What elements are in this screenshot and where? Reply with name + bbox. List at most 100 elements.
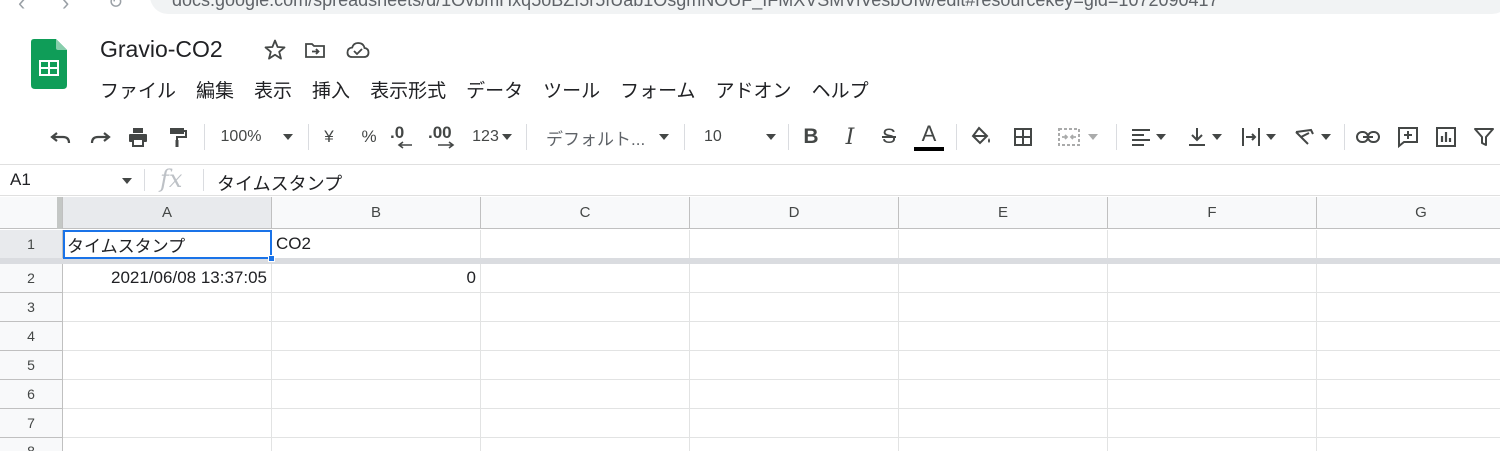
row-header-5[interactable]: 5 (0, 351, 63, 380)
insert-link-icon[interactable] (1353, 122, 1383, 152)
cell[interactable] (1317, 380, 1500, 409)
paint-format-icon[interactable] (162, 122, 192, 152)
cell[interactable] (63, 322, 272, 351)
cell[interactable] (272, 380, 481, 409)
row-header-6[interactable]: 6 (0, 380, 63, 409)
italic-button[interactable]: I (836, 122, 864, 152)
cell[interactable] (899, 409, 1108, 438)
freeze-handle-vertical[interactable] (57, 197, 62, 229)
star-icon[interactable] (263, 38, 287, 62)
document-title[interactable]: Gravio-CO2 (100, 36, 223, 63)
cell[interactable] (1108, 351, 1317, 380)
cell[interactable] (690, 380, 899, 409)
cell[interactable] (1317, 293, 1500, 322)
cell[interactable] (1317, 351, 1500, 380)
cell[interactable] (690, 351, 899, 380)
cell[interactable] (690, 438, 899, 451)
cloud-status-icon[interactable] (345, 38, 370, 62)
text-rotation-button[interactable] (1288, 122, 1336, 152)
row-header-7[interactable]: 7 (0, 409, 63, 438)
cell[interactable] (1108, 264, 1317, 293)
cell[interactable] (272, 322, 481, 351)
reload-icon[interactable]: ↻ (108, 0, 123, 13)
cell[interactable] (481, 293, 690, 322)
forward-icon[interactable]: › (62, 0, 69, 16)
cell[interactable] (899, 230, 1108, 259)
cell[interactable] (899, 264, 1108, 293)
more-formats-select[interactable]: 123 (468, 122, 516, 152)
column-header-d[interactable]: D (690, 197, 899, 229)
increase-decimal-button[interactable]: .00 (428, 122, 466, 152)
column-header-g[interactable]: G (1317, 197, 1500, 229)
back-icon[interactable]: ‹ (18, 0, 25, 16)
fill-handle[interactable] (268, 255, 275, 262)
menu-form[interactable]: フォーム (610, 74, 705, 104)
insert-chart-icon[interactable] (1431, 122, 1461, 152)
zoom-select[interactable]: 100% (214, 122, 300, 152)
row-header-8[interactable]: 8 (0, 438, 63, 451)
name-box[interactable]: A1 (0, 165, 142, 195)
column-header-b[interactable]: B (272, 197, 481, 229)
row-header-1[interactable]: 1 (0, 230, 63, 259)
font-size-select[interactable]: 10 (694, 122, 780, 152)
select-all-corner[interactable] (0, 197, 63, 229)
vertical-align-button[interactable] (1180, 122, 1228, 152)
formula-input[interactable]: タイムスタンプ (217, 170, 342, 196)
cell[interactable] (481, 230, 690, 259)
cell[interactable] (899, 293, 1108, 322)
column-header-e[interactable]: E (899, 197, 1108, 229)
menu-edit[interactable]: 編集 (186, 74, 244, 104)
cell[interactable] (1317, 264, 1500, 293)
cell[interactable] (1108, 322, 1317, 351)
menu-tools[interactable]: ツール (533, 74, 610, 104)
font-family-select[interactable]: デフォルト... (536, 122, 676, 152)
cell[interactable] (899, 438, 1108, 451)
cell-a2[interactable]: 2021/06/08 13:37:05 (63, 264, 272, 293)
cell[interactable] (1317, 322, 1500, 351)
redo-icon[interactable] (85, 122, 115, 152)
cell[interactable] (63, 351, 272, 380)
filter-icon[interactable] (1472, 122, 1500, 152)
undo-icon[interactable] (46, 122, 76, 152)
cell[interactable] (1317, 230, 1500, 259)
column-header-c[interactable]: C (481, 197, 690, 229)
cell[interactable] (1108, 230, 1317, 259)
decrease-decimal-button[interactable]: .0 (390, 122, 424, 152)
cell[interactable] (481, 380, 690, 409)
menu-addons[interactable]: アドオン (706, 74, 802, 104)
cell[interactable] (1108, 380, 1317, 409)
column-header-a[interactable]: A (63, 197, 272, 229)
menu-data[interactable]: データ (456, 74, 533, 104)
cell[interactable] (1108, 293, 1317, 322)
column-header-f[interactable]: F (1108, 197, 1317, 229)
text-wrapping-button[interactable] (1234, 122, 1282, 152)
strikethrough-button[interactable]: S (875, 122, 903, 152)
cell[interactable] (899, 351, 1108, 380)
cell[interactable] (481, 351, 690, 380)
cell[interactable] (690, 293, 899, 322)
cell[interactable] (690, 322, 899, 351)
menu-file[interactable]: ファイル (90, 74, 186, 104)
cell[interactable] (272, 409, 481, 438)
cell[interactable] (63, 293, 272, 322)
cell[interactable] (899, 380, 1108, 409)
menu-help[interactable]: ヘルプ (802, 74, 879, 104)
cell[interactable] (63, 438, 272, 451)
insert-comment-icon[interactable] (1393, 122, 1423, 152)
menu-insert[interactable]: 挿入 (302, 74, 360, 104)
menu-format[interactable]: 表示形式 (360, 74, 456, 104)
fill-color-icon[interactable] (966, 122, 996, 152)
horizontal-align-button[interactable] (1124, 122, 1172, 152)
cell[interactable] (481, 322, 690, 351)
cell[interactable] (481, 409, 690, 438)
cell[interactable] (272, 293, 481, 322)
borders-icon[interactable] (1008, 122, 1038, 152)
row-header-3[interactable]: 3 (0, 293, 63, 322)
currency-format-button[interactable]: ¥ (317, 122, 341, 152)
cell-b1[interactable]: CO2 (272, 230, 481, 259)
percent-format-button[interactable]: % (356, 122, 382, 152)
cell[interactable] (690, 264, 899, 293)
cell-b2[interactable]: 0 (272, 264, 481, 293)
cell[interactable] (1317, 438, 1500, 451)
cell[interactable] (690, 409, 899, 438)
